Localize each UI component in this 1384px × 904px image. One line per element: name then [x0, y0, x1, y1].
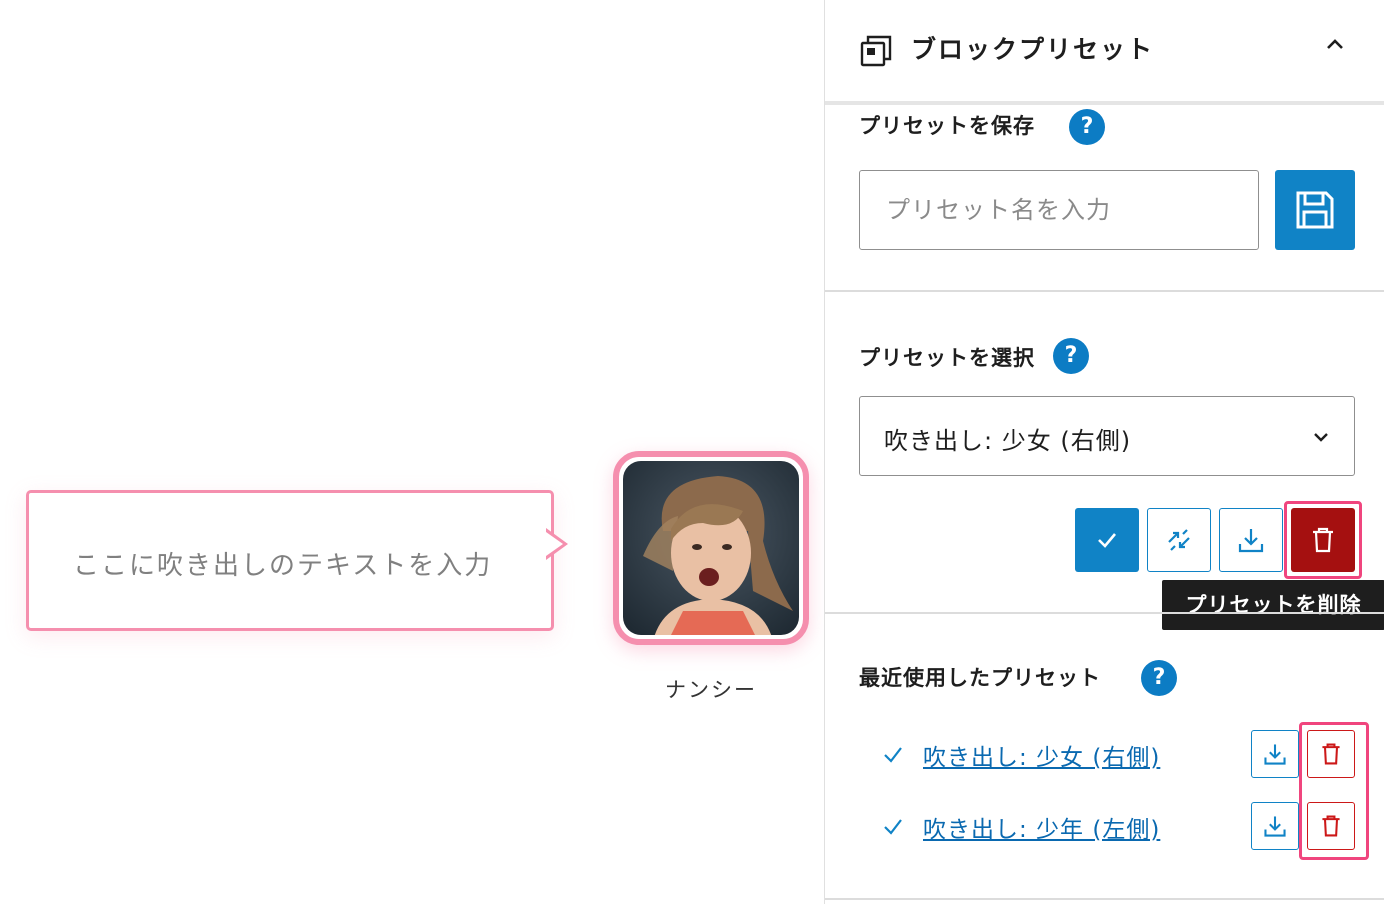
save-help-icon[interactable]: ? — [1069, 109, 1105, 145]
update-preset-button[interactable] — [1147, 508, 1211, 572]
editor-canvas: ここに吹き出しのテキストを入力 ナンシー — [0, 0, 824, 904]
export-preset-button[interactable] — [1219, 508, 1283, 572]
avatar[interactable] — [613, 451, 809, 645]
panel-title: ブロックプリセット — [911, 35, 1155, 64]
chevron-up-icon[interactable] — [1323, 32, 1347, 60]
settings-sidebar: ブロックプリセット プリセットを保存 ? プリセットを選択 ? 吹き出し: 少女… — [824, 0, 1384, 904]
save-preset-button[interactable] — [1275, 170, 1355, 250]
apply-preset-button[interactable] — [1075, 508, 1139, 572]
section-divider — [825, 612, 1384, 614]
recent-preset-link[interactable]: 吹き出し: 少年 (左側) — [923, 810, 1160, 844]
select-preset-label: プリセットを選択 — [859, 346, 1035, 370]
recent-help-icon[interactable]: ? — [1141, 660, 1177, 696]
sync-icon — [1168, 529, 1190, 551]
preset-select[interactable]: 吹き出し: 少女 (右側) — [859, 396, 1355, 476]
preset-select-value: 吹き出し: 少女 (右側) — [884, 427, 1132, 455]
delete-tooltip: プリセットを削除 — [1162, 580, 1384, 630]
avatar-photo — [623, 461, 799, 635]
check-icon — [1098, 533, 1116, 548]
header-divider — [825, 101, 1384, 105]
page: ここに吹き出しのテキストを入力 ナンシー ブロックプリセット プリセットを保存 … — [0, 0, 1384, 904]
check-icon — [881, 814, 905, 842]
download-icon — [1264, 816, 1286, 837]
chevron-down-icon — [1312, 429, 1330, 448]
floppy-disk-icon — [1296, 191, 1334, 229]
download-icon — [1238, 529, 1264, 553]
check-icon — [881, 742, 905, 770]
avatar-name[interactable]: ナンシー — [613, 674, 809, 704]
save-preset-label: プリセットを保存 — [859, 114, 1035, 138]
select-help-icon[interactable]: ? — [1053, 338, 1089, 374]
download-icon — [1264, 744, 1286, 765]
recent-preset-link[interactable]: 吹き出し: 少女 (右側) — [923, 738, 1160, 772]
block-preset-panel-header[interactable]: ブロックプリセット — [825, 0, 1384, 102]
recent-export-button[interactable] — [1251, 802, 1299, 850]
section-divider — [825, 898, 1384, 900]
recent-delete-highlight — [1299, 722, 1369, 860]
block-preset-icon — [859, 32, 895, 72]
preset-name-input[interactable] — [859, 170, 1259, 250]
delete-button-highlight — [1284, 501, 1362, 579]
recent-presets-label: 最近使用したプリセット — [859, 666, 1101, 690]
recent-export-button[interactable] — [1251, 730, 1299, 778]
speech-bubble[interactable]: ここに吹き出しのテキストを入力 — [26, 490, 554, 631]
section-divider — [825, 290, 1384, 292]
speech-bubble-text[interactable]: ここに吹き出しのテキストを入力 — [73, 545, 492, 582]
speech-bubble-tail-fill — [546, 532, 563, 556]
